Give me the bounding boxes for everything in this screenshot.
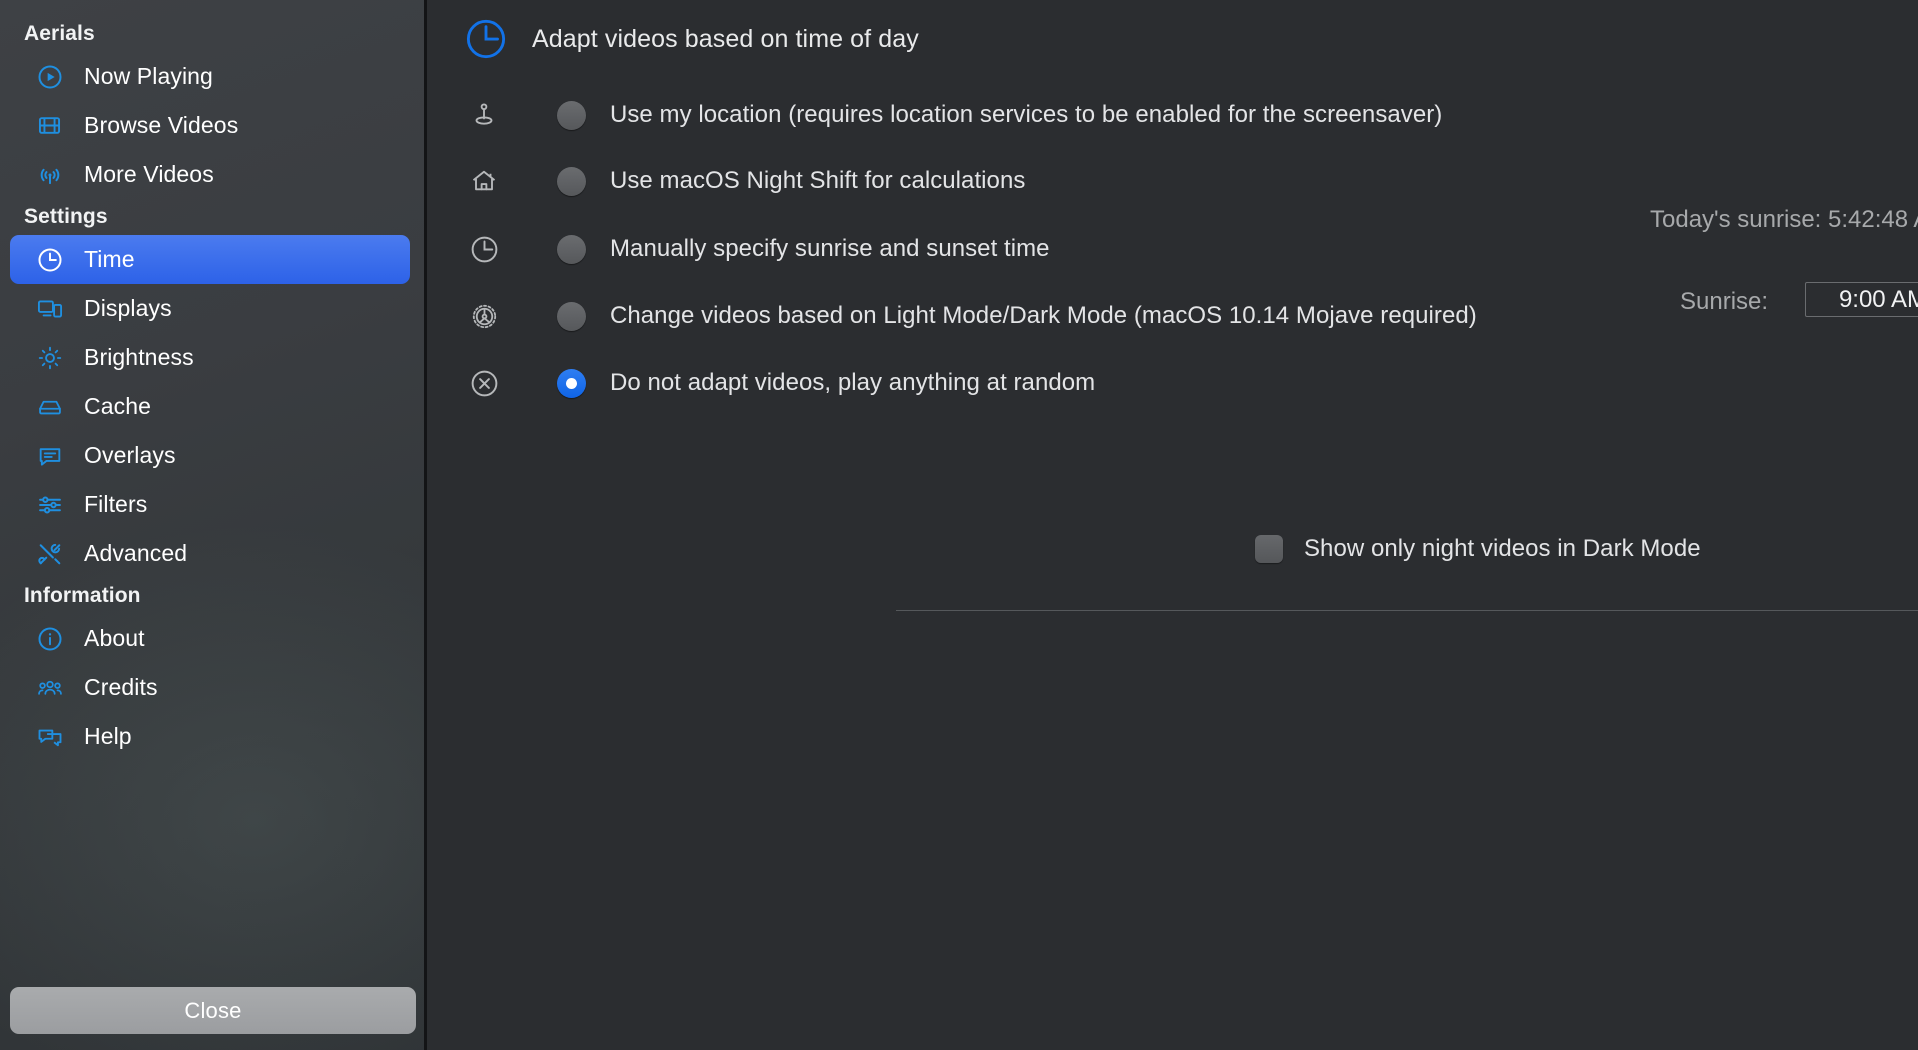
- clock-outline-icon: [463, 228, 505, 270]
- radio-use-night-shift[interactable]: [557, 166, 586, 196]
- section-divider: [896, 610, 1918, 611]
- sidebar-item-cache[interactable]: Cache: [10, 382, 410, 431]
- play-circle-icon: [36, 62, 70, 92]
- film-icon: [36, 111, 70, 141]
- location-pin-icon: [463, 94, 505, 136]
- option-row-do-not-adapt[interactable]: Do not adapt videos, play anything at ra…: [463, 360, 1918, 406]
- checkbox-label: Show only night videos in Dark Mode: [1304, 535, 1701, 562]
- option-label: Use my location (requires location servi…: [610, 101, 1443, 128]
- sidebar-item-time[interactable]: Time: [10, 235, 410, 284]
- displays-icon: [36, 294, 70, 324]
- sidebar-item-label: Credits: [84, 674, 158, 700]
- radio-do-not-adapt[interactable]: [557, 368, 586, 398]
- option-row-use-my-location[interactable]: Use my location (requires location servi…: [463, 92, 1918, 138]
- sidebar-item-label: About: [84, 625, 145, 651]
- sidebar-item-credits[interactable]: Credits: [10, 663, 410, 712]
- sidebar-item-more-videos[interactable]: More Videos: [10, 150, 410, 199]
- sidebar-item-filters[interactable]: Filters: [10, 480, 410, 529]
- option-row-use-night-shift[interactable]: Use macOS Night Shift for calculations: [463, 158, 1918, 204]
- brightness-icon: [36, 343, 70, 373]
- radio-light-dark-mode[interactable]: [557, 301, 586, 331]
- option-label: Change videos based on Light Mode/Dark M…: [610, 302, 1477, 329]
- option-label: Use macOS Night Shift for calculations: [610, 167, 1026, 194]
- sidebar-item-label: Advanced: [84, 540, 188, 566]
- option-label: Do not adapt videos, play anything at ra…: [610, 369, 1096, 396]
- tools-icon: [36, 539, 70, 569]
- sidebar-item-label: More Videos: [84, 161, 214, 187]
- sidebar-item-browse-videos[interactable]: Browse Videos: [10, 101, 410, 150]
- sidebar-item-label: Displays: [84, 295, 172, 321]
- sidebar-item-label: Help: [84, 723, 132, 749]
- info-circle-icon: [36, 624, 70, 654]
- x-circle-icon: [463, 362, 505, 404]
- option-row-light-dark-mode[interactable]: Change videos based on Light Mode/Dark M…: [463, 293, 1918, 339]
- broadcast-icon: [36, 160, 70, 190]
- sidebar-item-brightness[interactable]: Brightness: [10, 333, 410, 382]
- sidebar-item-overlays[interactable]: Overlays: [10, 431, 410, 480]
- sidebar-item-label: Cache: [84, 393, 151, 419]
- preferences-window: Aerials Now Playing Browse Videos More V…: [0, 0, 1918, 1050]
- time-settings-panel: Adapt videos based on time of day Use my…: [427, 0, 1918, 1050]
- sidebar-item-label: Now Playing: [84, 63, 213, 89]
- radio-use-my-location[interactable]: [557, 100, 586, 130]
- sidebar-item-now-playing[interactable]: Now Playing: [10, 52, 410, 101]
- clock-icon: [36, 245, 70, 275]
- sidebar-group-title-settings: Settings: [24, 205, 108, 228]
- sidebar-item-help[interactable]: Help: [10, 712, 410, 761]
- option-row-show-night-videos[interactable]: Show only night videos in Dark Mode: [1255, 535, 1701, 563]
- close-button[interactable]: Close: [10, 987, 416, 1034]
- page-title: Adapt videos based on time of day: [532, 24, 919, 53]
- sidebar-item-label: Brightness: [84, 344, 194, 370]
- sidebar-group-title-aerials: Aerials: [24, 22, 95, 45]
- option-row-manual-sunrise-sunset[interactable]: Manually specify sunrise and sunset time: [463, 226, 1918, 272]
- sidebar-item-label: Filters: [84, 491, 148, 517]
- sidebar-item-label: Time: [84, 246, 135, 272]
- clock-icon: [463, 16, 509, 62]
- panel-header: Adapt videos based on time of day: [463, 16, 919, 62]
- house-icon: [463, 160, 505, 202]
- option-label: Manually specify sunrise and sunset time: [610, 235, 1050, 262]
- sidebar-item-about[interactable]: About: [10, 614, 410, 663]
- sidebar-item-label: Overlays: [84, 442, 176, 468]
- drive-icon: [36, 392, 70, 422]
- chat-icon: [36, 722, 70, 752]
- sidebar-item-label: Browse Videos: [84, 112, 239, 138]
- sidebar: Aerials Now Playing Browse Videos More V…: [0, 0, 427, 1050]
- radio-manual-sunrise-sunset[interactable]: [557, 234, 586, 264]
- gear-icon: [463, 295, 505, 337]
- speech-icon: [36, 441, 70, 471]
- sliders-icon: [36, 490, 70, 520]
- sidebar-item-displays[interactable]: Displays: [10, 284, 410, 333]
- people-icon: [36, 673, 70, 703]
- show-night-videos-checkbox[interactable]: [1255, 535, 1283, 563]
- sidebar-item-advanced[interactable]: Advanced: [10, 529, 410, 578]
- sidebar-group-title-information: Information: [24, 584, 141, 607]
